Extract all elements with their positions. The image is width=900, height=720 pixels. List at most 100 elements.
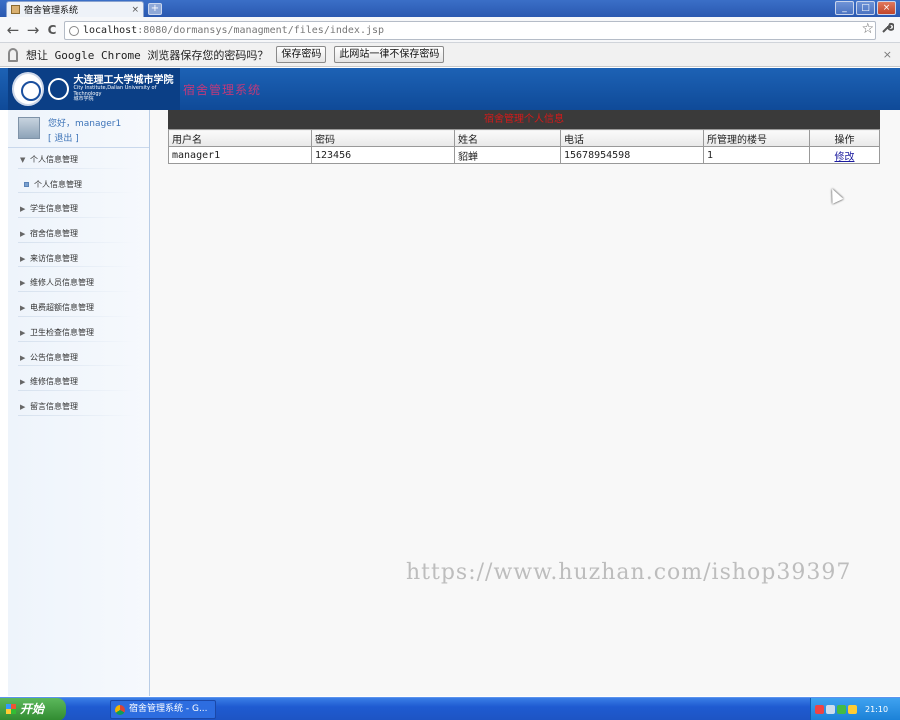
sidebar-item-label: 留言信息管理 <box>30 401 78 411</box>
taskbar-item-chrome[interactable]: 宿舍管理系统 - G... <box>110 700 216 719</box>
bullet-icon <box>24 181 29 187</box>
forward-button[interactable]: → <box>24 21 42 39</box>
page-header: 大连理工大学城市学院 City Institute,Dalian Univers… <box>0 68 900 110</box>
column-header: 用户名 <box>168 129 312 147</box>
info-panel: 宿舍管理个人信息 用户名 密码 姓名 电话 所管理的楼号 操作 manager1… <box>168 110 880 164</box>
sidebar-item-personal-info[interactable]: ▼ 个人信息管理 <box>8 148 149 173</box>
taskbar: 开始 宿舍管理系统 - G... 21:10 <box>0 697 900 720</box>
infobar-message: 想让 Google Chrome 浏览器保存您的密码吗？ <box>26 48 269 62</box>
sidebar-item-repairs[interactable]: ▶ 维修信息管理 <box>8 370 149 395</box>
sidebar-item-hygiene[interactable]: ▶ 卫生检查信息管理 <box>8 321 149 346</box>
sidebar-item-label: 维修人员信息管理 <box>30 278 94 288</box>
sidebar-item-label: 学生信息管理 <box>30 204 78 214</box>
tab-title: 宿舍管理系统 <box>24 6 79 16</box>
wrench-menu-icon[interactable] <box>881 21 895 38</box>
user-greeting: 您好，manager1 <box>48 119 122 129</box>
sidebar-item-students[interactable]: ▶ 学生信息管理 <box>8 197 149 222</box>
school-logo: 大连理工大学城市学院 City Institute,Dalian Univers… <box>8 68 180 110</box>
column-header: 操作 <box>809 129 880 147</box>
sidebar-item-label: 来访信息管理 <box>30 253 78 263</box>
manager-info-table: 用户名 密码 姓名 电话 所管理的楼号 操作 manager1 123456 貂… <box>168 129 880 164</box>
sidebar-item-messages[interactable]: ▶ 留言信息管理 <box>8 395 149 420</box>
bookmark-star-icon[interactable]: ☆ <box>861 21 874 37</box>
chevron-right-icon: ▶ <box>20 402 26 411</box>
cell-name: 貂蝉 <box>454 146 561 164</box>
tray-volume-icon[interactable] <box>848 705 857 714</box>
sidebar-menu: ▼ 个人信息管理 个人信息管理 ▶ 学生信息管理 ▶ 宿舍信息管理 ▶ 来访信息管理 ▶… <box>8 148 149 420</box>
address-bar[interactable]: localhost:8080/dormansys/managment/files… <box>64 21 876 40</box>
logo-sub-text: 城市学院 <box>73 96 94 103</box>
sidebar-item-notices[interactable]: ▶ 公告信息管理 <box>8 346 149 371</box>
favicon-icon <box>11 5 20 14</box>
column-header: 密码 <box>311 129 455 147</box>
tray-network-icon[interactable] <box>826 705 835 714</box>
sidebar-item-label: 公告信息管理 <box>30 352 78 362</box>
start-button[interactable]: 开始 <box>0 698 66 720</box>
never-save-password-button[interactable]: 此网站一律不保存密码 <box>334 46 445 63</box>
window-controls: _ □ × <box>835 1 896 15</box>
sidebar-item-label: 卫生检查信息管理 <box>30 327 94 337</box>
save-password-button[interactable]: 保存密码 <box>276 46 327 63</box>
cell-action: 修改 <box>809 146 880 164</box>
infobar-close-icon[interactable]: × <box>883 48 892 61</box>
seal-icon <box>12 72 45 106</box>
table-row: manager1 123456 貂蝉 15678954598 1 修改 <box>168 146 880 164</box>
maximize-button[interactable]: □ <box>856 1 875 15</box>
cell-password: 123456 <box>311 146 455 164</box>
sidebar-item-visitors[interactable]: ▶ 来访信息管理 <box>8 247 149 272</box>
chevron-right-icon: ▶ <box>20 353 26 362</box>
sidebar-item-repair-staff[interactable]: ▶ 维修人员信息管理 <box>8 271 149 296</box>
sidebar-item-label: 个人信息管理 <box>30 155 78 164</box>
chevron-right-icon: ▶ <box>20 378 26 387</box>
chevron-right-icon: ▶ <box>20 279 26 288</box>
tray-app-icon[interactable] <box>815 705 824 714</box>
chevron-down-icon: ▼ <box>20 156 26 164</box>
cell-phone: 15678954598 <box>560 146 704 164</box>
browser-tab[interactable]: 宿舍管理系统 × <box>6 1 144 17</box>
taskbar-item-label: 宿舍管理系统 - G... <box>129 704 208 714</box>
sidebar-item-dorms[interactable]: ▶ 宿舍信息管理 <box>8 222 149 247</box>
close-window-button[interactable]: × <box>877 1 896 15</box>
chevron-right-icon: ▶ <box>20 328 26 337</box>
avatar <box>18 117 40 139</box>
start-label: 开始 <box>20 702 45 716</box>
cell-username: manager1 <box>168 146 312 164</box>
reload-button[interactable]: C <box>43 21 61 39</box>
password-infobar: 想让 Google Chrome 浏览器保存您的密码吗？ 保存密码 此网站一律不… <box>0 43 900 67</box>
emblem-icon <box>48 78 70 100</box>
system-tray: 21:10 <box>810 698 900 720</box>
sidebar: 您好，manager1 [ 退出 ] ▼ 个人信息管理 个人信息管理 ▶ 学生信息管… <box>8 110 150 696</box>
key-icon <box>8 47 18 62</box>
wrench-icon <box>882 22 895 33</box>
sidebar-item-label: 宿舍信息管理 <box>30 229 78 239</box>
new-tab-button[interactable]: + <box>148 3 162 15</box>
clock: 21:10 <box>865 705 889 714</box>
panel-title: 宿舍管理个人信息 <box>168 110 880 129</box>
tray-security-icon[interactable] <box>837 705 846 714</box>
chrome-icon <box>115 705 125 715</box>
minimize-button[interactable]: _ <box>835 1 854 15</box>
column-header: 电话 <box>560 129 704 147</box>
sidebar-subitem-personal-info[interactable]: 个人信息管理 <box>8 173 149 198</box>
sidebar-item-label: 个人信息管理 <box>34 179 82 189</box>
user-box: 您好，manager1 [ 退出 ] <box>8 110 149 148</box>
windows-flag-icon <box>6 704 16 714</box>
tab-close-icon[interactable]: × <box>131 5 139 15</box>
system-title: 宿舍管理系统 <box>183 83 262 97</box>
main-content: 宿舍管理个人信息 用户名 密码 姓名 电话 所管理的楼号 操作 manager1… <box>150 110 900 696</box>
logout-link[interactable]: [ 退出 ] <box>48 131 79 144</box>
sidebar-item-electricity[interactable]: ▶ 电费超额信息管理 <box>8 296 149 321</box>
back-button[interactable]: ← <box>4 21 22 39</box>
column-header: 所管理的楼号 <box>703 129 810 147</box>
watermark: https://www.huzhan.com/ishop39397 <box>406 560 852 585</box>
column-header: 姓名 <box>454 129 561 147</box>
cell-building: 1 <box>703 146 810 164</box>
chevron-right-icon: ▶ <box>20 304 26 313</box>
chevron-right-icon: ▶ <box>20 230 26 239</box>
url-host: localhost <box>83 25 138 36</box>
edit-link[interactable]: 修改 <box>835 152 855 163</box>
url-text: localhost:8080/dormansys/managment/files… <box>83 25 384 36</box>
table-header-row: 用户名 密码 姓名 电话 所管理的楼号 操作 <box>168 129 880 147</box>
page-info-icon[interactable] <box>69 25 79 36</box>
url-path: :8080/dormansys/managment/files/index.js… <box>137 25 385 36</box>
